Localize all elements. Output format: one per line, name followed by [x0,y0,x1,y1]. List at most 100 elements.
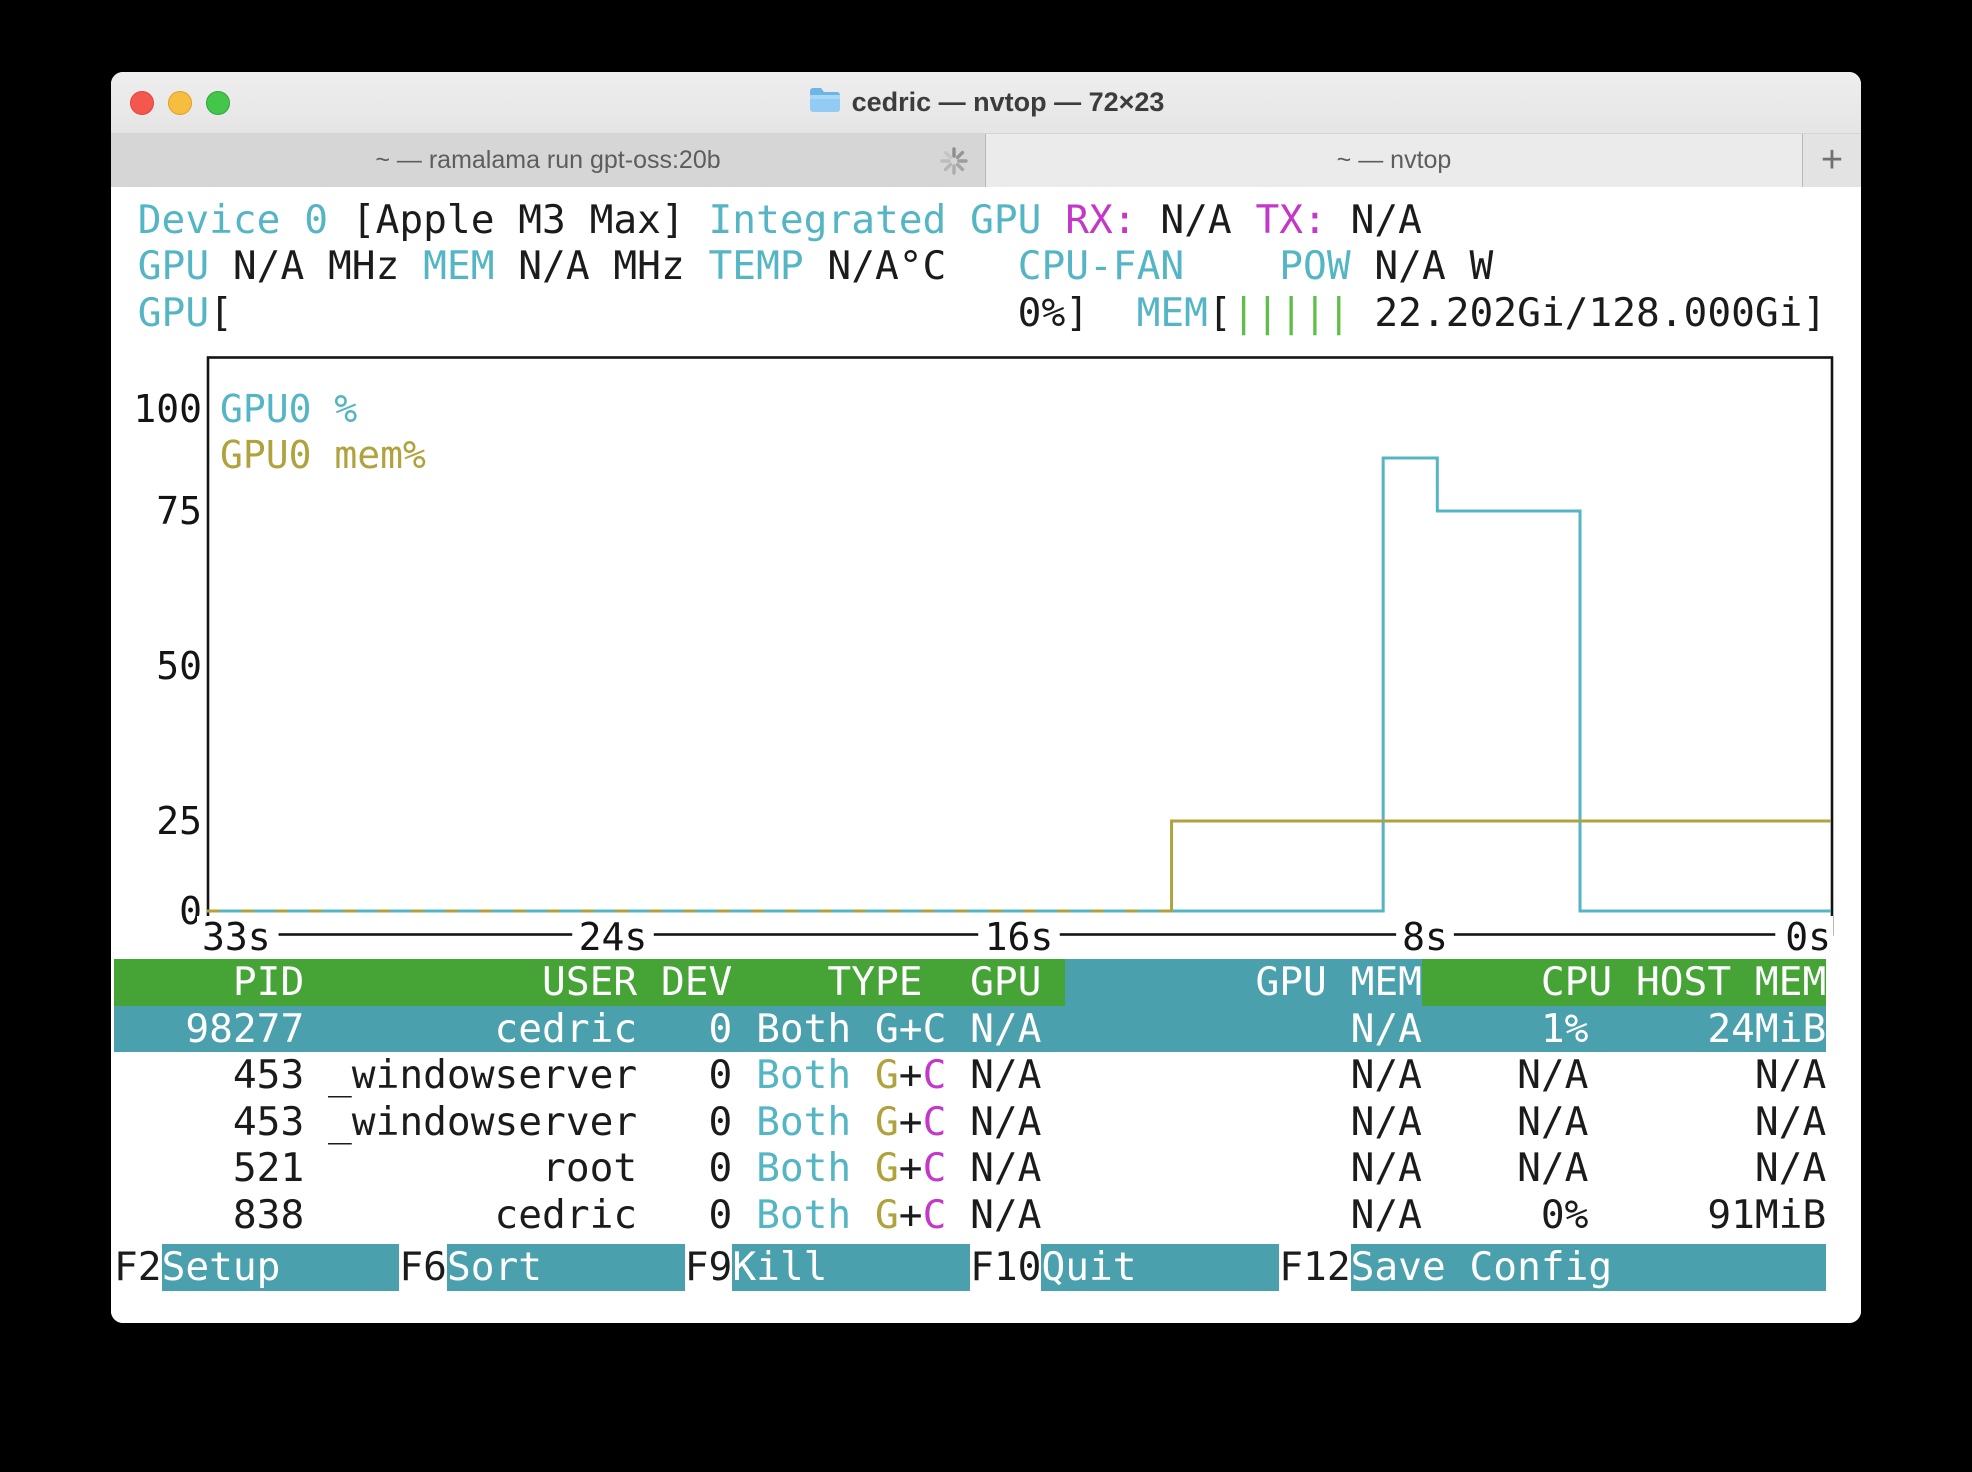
process-cell-text: N/A N/A N/A N/A [946,1098,1827,1145]
legend-entry: GPU0 mem% [220,433,426,477]
process-cell-text: N/A N/A 0% 91MiB [946,1191,1827,1238]
fkey-action-quit[interactable]: Quit [1041,1244,1280,1291]
terminal-line: GPU[ 0%] MEM[||||| 22.202Gi/128.000Gi] [114,290,1826,336]
process-cell-text: + [898,1191,923,1238]
process-cell-text: N/A N/A 1% 24MiB [946,1005,1827,1052]
terminal-text-segment: N/A [1326,197,1422,243]
x-axis-tick-label: 0s [1785,915,1831,959]
terminal-text-segment: 22.202Gi/128.000Gi] [1350,289,1827,336]
process-cell-text: Both [756,1145,852,1191]
x-axis-tick-label: 8s [1402,915,1448,959]
process-cell-text: Both [756,1191,852,1238]
fkey-action-sort[interactable]: Sort [446,1244,685,1291]
header-columns[interactable]: CPU HOST MEM [1422,959,1826,1005]
tab-ramalama[interactable]: ~ — ramalama run gpt-oss:20b [111,134,986,187]
process-cell-text: Both [756,1005,852,1052]
process-cell-text: Both [756,1052,852,1098]
process-row[interactable]: 453 _windowserver 0 Both G+C N/A N/A N/A… [114,1052,1826,1099]
terminal-text-segment: [Apple M3 Max] [328,197,709,243]
y-axis-tick-label: 100 [133,387,202,431]
screen-background: cedric — nvtop — 72×23 ~ — ramalama run … [0,0,1972,1472]
process-cell-text: C [922,1005,947,1052]
header-sort-column[interactable]: GPU MEM [1065,959,1422,1006]
device-info-lines: Device 0 [Apple M3 Max] Integrated GPU R… [114,197,1826,336]
process-table: PID USER DEV TYPE GPU GPU MEM CPU HOST M… [114,959,1827,1239]
tab-ramalama-label: ~ — ramalama run gpt-oss:20b [375,146,721,174]
terminal-text-segment: TX: [1255,197,1327,243]
traffic-lights [130,72,230,133]
terminal-text-segment: MEM [1136,289,1208,336]
fkey-action-save-config[interactable]: Save Config [1350,1244,1827,1291]
terminal-text-segment: RX: [1065,197,1137,243]
fkey-f10: F10 [970,1244,1042,1290]
fkey-action-setup[interactable]: Setup [161,1244,400,1291]
process-cell-text: 521 root 0 [114,1145,757,1191]
terminal-text-segment: MEM [423,243,495,290]
terminal-text-segment: ||||| [1231,289,1351,336]
process-cell-text: G [875,1052,899,1098]
terminal-text-segment: TEMP [708,243,804,290]
tab-nvtop[interactable]: ~ — nvtop [986,134,1802,187]
process-cell-text: 98277 cedric 0 [114,1005,757,1052]
terminal-text-segment: Integrated GPU [708,197,1042,243]
zoom-button[interactable] [206,90,230,115]
terminal-text-segment: N/A W [1350,243,1494,290]
window-titlebar: cedric — nvtop — 72×23 [111,72,1861,134]
process-cell-text [851,1006,875,1052]
process-cell-text [851,1099,875,1145]
terminal-text-segment: GPU [137,243,210,290]
terminal-text-segment: N/A°C [803,243,1018,290]
process-cell-text: G [875,1145,899,1191]
function-key-bar: F2Setup F6Sort F9Kill F10Quit F12Save Co… [114,1244,1827,1291]
process-cell-text: Both [756,1098,852,1145]
fkey-f6: F6 [399,1244,447,1290]
process-row[interactable]: 453 _windowserver 0 Both G+C N/A N/A N/A… [114,1099,1826,1146]
fkey-action-kill[interactable]: Kill [732,1244,971,1291]
process-cell-text: + [898,1098,923,1145]
legend-entry: GPU0 % [220,387,357,431]
process-cell-text: C [922,1098,947,1145]
process-row-selected[interactable]: 98277 cedric 0 Both G+C N/A N/A 1% 24MiB [114,1005,1827,1052]
x-axis-tick-label: 33s [202,915,271,959]
minimize-button[interactable] [168,90,192,115]
process-cell-text: + [898,1005,923,1052]
new-tab-button[interactable]: + [1802,134,1861,187]
process-cell-text: C [922,1191,947,1238]
process-cell-text: C [922,1052,947,1098]
terminal-text-segment: GPU [137,289,210,336]
close-button[interactable] [130,90,154,115]
terminal-text-segment: [ [1207,289,1232,336]
process-row[interactable]: 521 root 0 Both G+C N/A N/A N/A N/A [114,1145,1826,1192]
y-axis-tick-label: 25 [156,799,202,843]
busy-spinner-icon [939,146,969,183]
terminal-line: Device 0 [Apple M3 Max] Integrated GPU R… [114,197,1826,243]
x-axis-tick-label: 24s [579,915,648,959]
tab-nvtop-label: ~ — nvtop [1336,146,1452,174]
x-axis-tick-label: 16s [985,915,1054,959]
process-cell-text: N/A N/A N/A N/A [946,1052,1827,1098]
terminal-screen[interactable]: Device 0 [Apple M3 Max] Integrated GPU R… [111,187,1861,1323]
process-table-header: PID USER DEV TYPE GPU GPU MEM CPU HOST M… [114,959,1827,1006]
process-cell-text: N/A N/A N/A N/A [946,1145,1827,1191]
terminal-text-segment: N/A MHz [209,243,424,290]
tab-bar: ~ — ramalama run gpt-oss:20b ~ — nvtop + [111,134,1861,188]
window-title: cedric — nvtop — 72×23 [851,87,1165,117]
process-row[interactable]: 838 cedric 0 Both G+C N/A N/A 0% 91MiB [114,1192,1826,1239]
process-cell-text [851,1192,875,1238]
header-columns[interactable]: PID USER DEV TYPE GPU [114,959,1065,1005]
process-cell-text: + [898,1052,923,1098]
series-line-0 [207,456,1831,913]
process-cell-text: G [875,1098,899,1145]
gpu-history-chart: 1007550250GPU0 %GPU0 mem%33s 24s 16s 8s 0s [133,356,1834,959]
folder-icon [808,86,842,119]
terminal-line: GPU N/A MHz MEM N/A MHz TEMP N/A°C CPU-F… [114,243,1826,289]
series-line-1 [1170,819,1831,911]
terminal-text-segment: N/A MHz [494,243,709,290]
process-cell-text [851,1052,875,1098]
chart-border [206,356,1834,936]
